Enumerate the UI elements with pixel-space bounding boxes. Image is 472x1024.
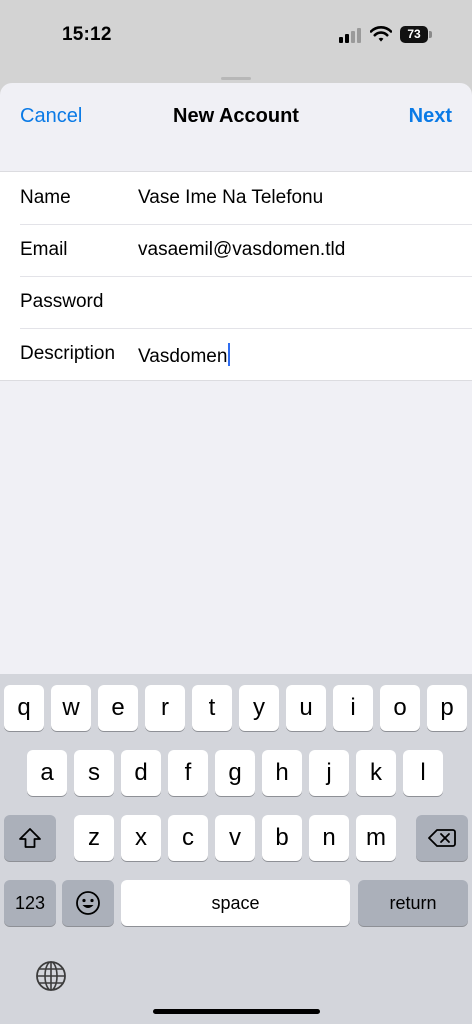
key-q[interactable]: q: [4, 685, 44, 731]
password-label: Password: [20, 291, 104, 312]
numbers-key[interactable]: 123: [4, 880, 56, 926]
key-d[interactable]: d: [121, 750, 161, 796]
key-z[interactable]: z: [74, 815, 114, 861]
emoji-icon: [76, 891, 100, 915]
delete-icon: [428, 829, 456, 847]
key-m[interactable]: m: [356, 815, 396, 861]
cellular-signal-icon: [339, 27, 365, 43]
key-n[interactable]: n: [309, 815, 349, 861]
form-row-name[interactable]: Name Vase Ime Na Telefonu: [0, 172, 472, 224]
shift-icon: [19, 828, 41, 848]
key-e[interactable]: e: [98, 685, 138, 731]
key-y[interactable]: y: [239, 685, 279, 731]
globe-icon[interactable]: [35, 960, 67, 992]
key-i[interactable]: i: [333, 685, 373, 731]
battery-icon: 73: [400, 26, 428, 43]
email-label: Email: [20, 239, 68, 260]
key-j[interactable]: j: [309, 750, 349, 796]
form-row-description[interactable]: Description Vasdomen: [0, 328, 472, 380]
email-field[interactable]: vasaemil@vasdomen.tld: [138, 239, 345, 261]
name-field[interactable]: Vase Ime Na Telefonu: [138, 187, 323, 209]
text-cursor: [228, 343, 231, 366]
sheet-grabber[interactable]: [221, 77, 251, 80]
key-o[interactable]: o: [380, 685, 420, 731]
return-key[interactable]: return: [358, 880, 468, 926]
key-w[interactable]: w: [51, 685, 91, 731]
key-h[interactable]: h: [262, 750, 302, 796]
wifi-icon: [370, 26, 392, 42]
name-label: Name: [20, 187, 71, 208]
key-f[interactable]: f: [168, 750, 208, 796]
key-p[interactable]: p: [427, 685, 467, 731]
key-b[interactable]: b: [262, 815, 302, 861]
key-a[interactable]: a: [27, 750, 67, 796]
key-g[interactable]: g: [215, 750, 255, 796]
space-key[interactable]: space: [121, 880, 350, 926]
delete-key[interactable]: [416, 815, 468, 861]
navigation-bar: Cancel New Account Next: [0, 83, 472, 153]
account-form: Name Vase Ime Na Telefonu Email vasaemil…: [0, 171, 472, 381]
battery-tip: [429, 31, 432, 38]
description-label: Description: [20, 343, 116, 364]
key-x[interactable]: x: [121, 815, 161, 861]
shift-key[interactable]: [4, 815, 56, 861]
keyboard: qwertyuiop asdfghjkl zxcvbnm 123 space r…: [0, 674, 472, 1024]
emoji-key[interactable]: [62, 880, 114, 926]
key-c[interactable]: c: [168, 815, 208, 861]
form-row-email[interactable]: Email vasaemil@vasdomen.tld: [0, 224, 472, 276]
description-field[interactable]: Vasdomen: [138, 343, 231, 368]
home-indicator: [153, 1009, 320, 1014]
key-u[interactable]: u: [286, 685, 326, 731]
status-time: 15:12: [62, 24, 112, 45]
status-bar: 15:12 73: [0, 0, 472, 80]
next-button[interactable]: Next: [409, 105, 452, 128]
key-s[interactable]: s: [74, 750, 114, 796]
key-t[interactable]: t: [192, 685, 232, 731]
key-l[interactable]: l: [403, 750, 443, 796]
page-title: New Account: [173, 105, 299, 127]
form-row-password[interactable]: Password: [0, 276, 472, 328]
key-r[interactable]: r: [145, 685, 185, 731]
description-value: Vasdomen: [138, 346, 228, 367]
key-k[interactable]: k: [356, 750, 396, 796]
key-v[interactable]: v: [215, 815, 255, 861]
